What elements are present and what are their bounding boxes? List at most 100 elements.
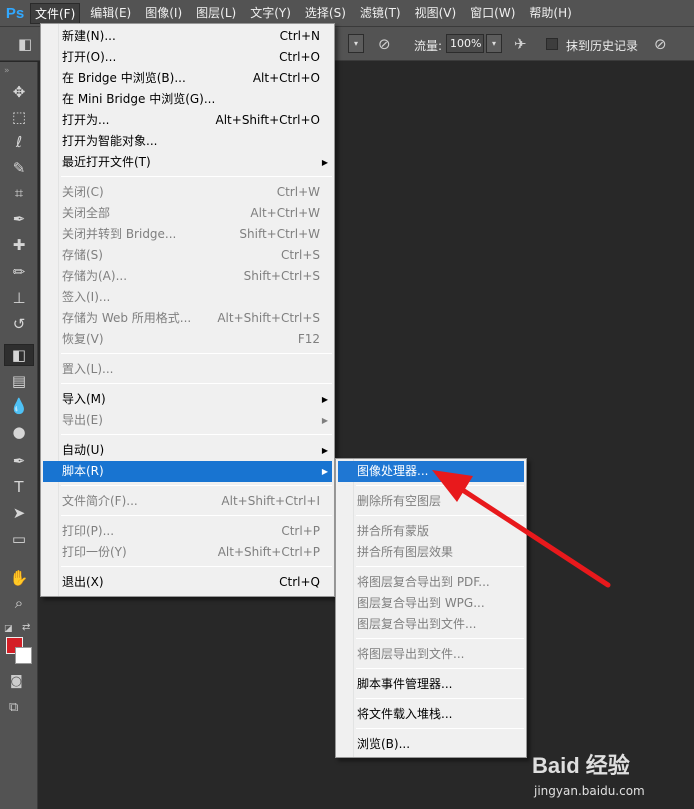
menubar-item[interactable]: 视图(V) — [411, 3, 461, 24]
menu-item[interactable]: 打印一份(Y) Alt+Shift+Ctrl+P — [43, 542, 332, 563]
shape-tool-icon[interactable]: ▭ — [4, 528, 34, 550]
path-select-tool-icon[interactable]: ➤ — [4, 502, 34, 524]
menu-item[interactable]: 打开为智能对象... — [43, 131, 332, 152]
default-colors-icon[interactable]: ◪ — [4, 624, 13, 634]
menu-item[interactable]: 删除所有空图层 — [338, 491, 524, 512]
menu-item[interactable]: 图层复合导出到 WPG... — [338, 593, 524, 614]
menu-item[interactable]: 拼合所有图层效果 — [338, 542, 524, 563]
blur-tool-icon[interactable]: 💧 — [4, 395, 34, 417]
menu-item-shortcut: Ctrl+S — [280, 248, 320, 262]
menu-item-shortcut: Alt+Shift+Ctrl+O — [215, 113, 320, 127]
healing-brush-tool-icon[interactable]: ✚ — [4, 234, 34, 256]
menu-item[interactable]: 签入(I)... — [43, 287, 332, 308]
menu-item[interactable]: 在 Bridge 中浏览(B)... Alt+Ctrl+O — [43, 68, 332, 89]
menu-item[interactable]: 将文件载入堆栈... — [338, 704, 524, 725]
clone-stamp-tool-icon[interactable]: ⊥ — [4, 287, 34, 309]
photoshop-logo: Ps — [5, 4, 25, 22]
menu-item-label: 最近打开文件(T) — [62, 155, 151, 169]
airbrush-icon[interactable]: ✈ — [514, 35, 527, 53]
menu-item[interactable]: 关闭(C) Ctrl+W — [43, 182, 332, 203]
airbrush-pressure-icon[interactable]: ⊘ — [378, 35, 391, 53]
hand-tool-icon[interactable]: ✋ — [4, 567, 34, 589]
marquee-tool-icon[interactable]: ⬚ — [4, 106, 34, 128]
menu-item[interactable]: 拼合所有蒙版 — [338, 521, 524, 542]
menu-separator — [356, 515, 524, 516]
menu-item[interactable]: 打印(P)... Ctrl+P — [43, 521, 332, 542]
menu-item-shortcut: Ctrl+N — [279, 29, 320, 43]
move-tool-icon[interactable]: ✥ — [4, 81, 34, 103]
flow-input[interactable]: 100% — [446, 34, 484, 53]
menu-item[interactable]: 将图层导出到文件... — [338, 644, 524, 665]
quick-mask-icon[interactable]: ◙ — [10, 674, 23, 689]
history-brush-tool-icon[interactable]: ↺ — [4, 313, 34, 335]
menu-item[interactable]: 在 Mini Bridge 中浏览(G)... — [43, 89, 332, 110]
menu-item-label: 浏览(B)... — [357, 737, 411, 751]
menu-item[interactable]: 脚本事件管理器... — [338, 674, 524, 695]
screen-mode-icon[interactable]: ⧉ — [9, 700, 18, 715]
menu-item[interactable]: 打开(O)... Ctrl+O — [43, 47, 332, 68]
flow-dropdown-button[interactable]: ▾ — [486, 34, 502, 53]
eyedropper-tool-icon[interactable]: ✒ — [4, 208, 34, 230]
swap-colors-icon[interactable]: ⇄ — [22, 622, 30, 633]
tablet-pressure-icon[interactable]: ⊘ — [654, 35, 667, 53]
lasso-tool-icon[interactable]: ℓ — [4, 131, 34, 153]
menu-item[interactable]: 导入(M) ▶ — [43, 389, 332, 410]
menubar-item[interactable]: 窗口(W) — [466, 3, 519, 24]
menubar-item[interactable]: 图像(I) — [141, 3, 186, 24]
eraser-tool-icon[interactable]: ◧ — [4, 344, 34, 366]
menu-item-label: 新建(N)... — [62, 29, 116, 43]
quick-select-tool-icon[interactable]: ✎ — [4, 157, 34, 179]
type-tool-icon[interactable]: T — [4, 476, 34, 498]
mode-dropdown-button[interactable]: ▾ — [348, 34, 364, 53]
menu-item[interactable]: 关闭全部 Alt+Ctrl+W — [43, 203, 332, 224]
menu-item[interactable]: 恢复(V) F12 — [43, 329, 332, 350]
erase-to-history-checkbox[interactable] — [546, 38, 558, 50]
menubar-item[interactable]: 文字(Y) — [246, 3, 295, 24]
menu-item-shortcut: Alt+Shift+Ctrl+S — [217, 311, 320, 325]
panel-grip[interactable]: » — [4, 66, 10, 76]
menu-separator — [61, 515, 332, 516]
menu-item[interactable]: 存储为 Web 所用格式... Alt+Shift+Ctrl+S — [43, 308, 332, 329]
menu-item[interactable]: 脚本(R) ▶ — [43, 461, 332, 482]
menu-item[interactable]: 置入(L)... — [43, 359, 332, 380]
menubar-item[interactable]: 选择(S) — [301, 3, 350, 24]
menu-item[interactable]: 自动(U) ▶ — [43, 440, 332, 461]
menu-item-label: 存储为(A)... — [62, 269, 128, 283]
eraser-preset-icon[interactable]: ◧ — [18, 35, 32, 53]
menu-separator — [61, 383, 332, 384]
menu-item[interactable]: 存储为(A)... Shift+Ctrl+S — [43, 266, 332, 287]
menu-item-label: 拼合所有蒙版 — [357, 524, 430, 538]
menu-item[interactable]: 浏览(B)... — [338, 734, 524, 755]
menu-item-label: 导入(M) — [62, 392, 106, 406]
menu-item[interactable]: 退出(X) Ctrl+Q — [43, 572, 332, 593]
menu-item[interactable]: 导出(E) ▶ — [43, 410, 332, 431]
menu-item[interactable]: 图像处理器... — [338, 461, 524, 482]
background-color-swatch[interactable] — [15, 647, 32, 664]
menu-item[interactable]: 新建(N)... Ctrl+N — [43, 26, 332, 47]
crop-tool-icon[interactable]: ⌗ — [4, 182, 34, 204]
menubar-item[interactable]: 文件(F) — [30, 2, 81, 24]
menu-separator — [356, 668, 524, 669]
menu-item[interactable]: 打开为... Alt+Shift+Ctrl+O — [43, 110, 332, 131]
brush-tool-icon[interactable]: ✏ — [4, 261, 34, 283]
menu-item-label: 在 Mini Bridge 中浏览(G)... — [62, 92, 216, 106]
menubar-item[interactable]: 滤镜(T) — [356, 3, 405, 24]
dodge-tool-icon[interactable]: ● — [4, 421, 34, 443]
menu-item[interactable]: 最近打开文件(T) ▶ — [43, 152, 332, 173]
menu-separator — [356, 698, 524, 699]
menu-item-label: 图像处理器... — [357, 464, 429, 478]
menu-item[interactable]: 关闭并转到 Bridge... Shift+Ctrl+W — [43, 224, 332, 245]
menubar-item[interactable]: 帮助(H) — [525, 3, 575, 24]
menu-item[interactable]: 将图层复合导出到 PDF... — [338, 572, 524, 593]
menubar-item[interactable]: 编辑(E) — [86, 3, 135, 24]
menu-item-shortcut: Shift+Ctrl+W — [239, 227, 320, 241]
menu-item[interactable]: 文件简介(F)... Alt+Shift+Ctrl+I — [43, 491, 332, 512]
gradient-tool-icon[interactable]: ▤ — [4, 370, 34, 392]
menu-item-label: 关闭全部 — [62, 206, 111, 220]
menubar-item[interactable]: 图层(L) — [192, 3, 240, 24]
menu-item[interactable]: 存储(S) Ctrl+S — [43, 245, 332, 266]
zoom-tool-icon[interactable]: ⌕ — [4, 592, 34, 614]
pen-tool-icon[interactable]: ✒ — [4, 450, 34, 472]
menu-item-label: 将图层复合导出到 PDF... — [357, 575, 490, 589]
menu-item[interactable]: 图层复合导出到文件... — [338, 614, 524, 635]
